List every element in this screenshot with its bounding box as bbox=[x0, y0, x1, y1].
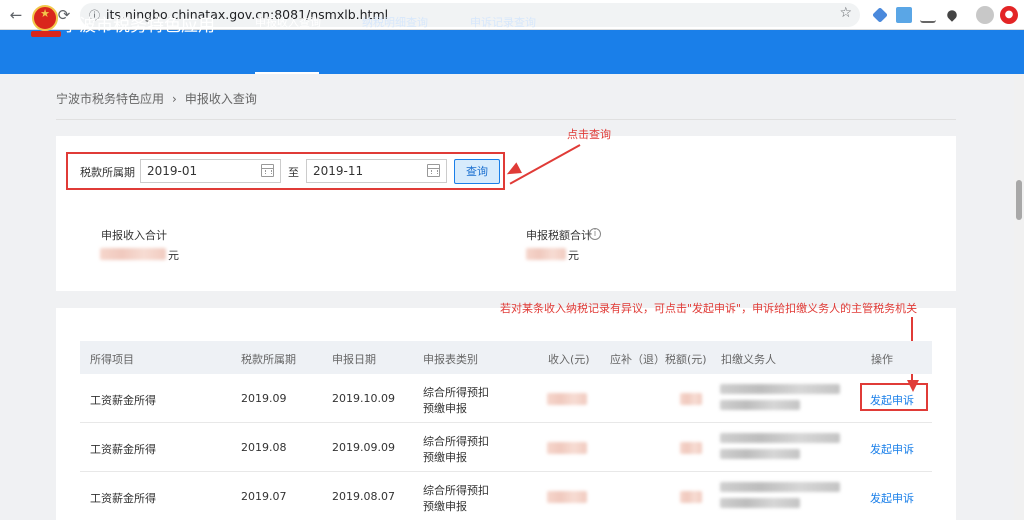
extension-drop-icon[interactable] bbox=[945, 8, 959, 22]
table-header bbox=[80, 341, 932, 374]
table-cell-period: 2019.07 bbox=[241, 490, 287, 503]
annotation-click-query: 点击查询 bbox=[567, 128, 611, 141]
income-total-label: 申报收入合计 bbox=[101, 229, 167, 242]
table-cell-form-line2: 预缴申报 bbox=[423, 500, 467, 513]
col-tax-period: 税款所属期 bbox=[241, 353, 296, 366]
divider bbox=[56, 119, 956, 120]
table-cell-withholder-redacted bbox=[720, 482, 840, 492]
appeal-link[interactable]: 发起申诉 bbox=[870, 392, 914, 408]
table-cell-period: 2019.09 bbox=[241, 392, 287, 405]
scrollbar-thumb[interactable] bbox=[1016, 180, 1022, 220]
table-cell-item: 工资薪金所得 bbox=[90, 394, 156, 407]
table-cell-withholder-redacted bbox=[720, 384, 840, 394]
end-date-input[interactable]: 2019-11 bbox=[306, 159, 447, 183]
table-cell-tax-redacted bbox=[680, 442, 702, 454]
table-cell-income-redacted bbox=[547, 442, 587, 454]
nav-income-query[interactable]: 申报收入查询 bbox=[255, 14, 321, 30]
to-label: 至 bbox=[288, 166, 299, 179]
start-date-input[interactable]: 2019-01 bbox=[140, 159, 281, 183]
appeal-link[interactable]: 发起申诉 bbox=[870, 490, 914, 506]
table-cell-income-redacted bbox=[547, 491, 587, 503]
col-tax-due: 应补（退）税额(元) bbox=[610, 353, 707, 366]
back-arrow-icon[interactable]: ← bbox=[6, 5, 26, 25]
table-cell-item: 工资薪金所得 bbox=[90, 492, 156, 505]
income-unit: 元 bbox=[168, 249, 179, 262]
active-nav-indicator bbox=[255, 72, 319, 74]
tax-total-redacted bbox=[526, 248, 566, 260]
row-divider bbox=[80, 471, 932, 472]
table-cell-period: 2019.08 bbox=[241, 441, 287, 454]
app-title: 宁波市税务特色应用 bbox=[62, 16, 215, 36]
table-cell-withholder-redacted bbox=[720, 449, 800, 459]
bookmark-star-icon[interactable]: ☆ bbox=[839, 5, 852, 21]
income-total-redacted bbox=[100, 248, 166, 260]
col-declare-date: 申报日期 bbox=[332, 353, 376, 366]
tax-total-label: 申报税额合计 bbox=[526, 229, 592, 242]
col-action: 操作 bbox=[871, 353, 893, 366]
extension-translate-icon[interactable] bbox=[896, 7, 912, 23]
start-date-value: 2019-01 bbox=[147, 164, 198, 178]
table-cell-tax-redacted bbox=[680, 491, 702, 503]
page-scrollbar[interactable] bbox=[1014, 74, 1024, 520]
app-header bbox=[0, 30, 1024, 74]
query-button[interactable]: 查询 bbox=[454, 159, 500, 184]
end-date-value: 2019-11 bbox=[313, 164, 364, 178]
breadcrumb-current: 申报收入查询 bbox=[184, 92, 257, 106]
table-cell-form-line1: 综合所得预扣 bbox=[423, 484, 489, 497]
appeal-link[interactable]: 发起申诉 bbox=[870, 441, 914, 457]
table-cell-tax-redacted bbox=[680, 393, 702, 405]
table-cell-item: 工资薪金所得 bbox=[90, 443, 156, 456]
extension-pulse-icon[interactable] bbox=[920, 7, 936, 23]
table-cell-withholder-redacted bbox=[720, 400, 800, 410]
col-income: 收入(元) bbox=[548, 353, 590, 366]
annotation-appeal-hint: 若对某条收入纳税记录有异议，可点击"发起申诉"，申诉给扣缴义务人的主管税务机关 bbox=[500, 302, 918, 315]
nav-tax-detail[interactable]: 纳税明细查询 bbox=[362, 14, 428, 30]
col-income-item: 所得项目 bbox=[90, 353, 134, 366]
calendar-icon[interactable] bbox=[261, 164, 274, 177]
emblem-star-icon: ★ bbox=[40, 7, 50, 20]
table-cell-date: 2019.09.09 bbox=[332, 441, 395, 454]
emblem-ribbon bbox=[31, 31, 61, 37]
table-cell-date: 2019.10.09 bbox=[332, 392, 395, 405]
table-cell-date: 2019.08.07 bbox=[332, 490, 395, 503]
period-label: 税款所属期 bbox=[80, 166, 135, 179]
table-cell-withholder-redacted bbox=[720, 433, 840, 443]
info-icon[interactable]: i bbox=[589, 228, 601, 240]
extension-red-icon[interactable]: ● bbox=[1000, 6, 1018, 24]
tax-unit: 元 bbox=[568, 249, 579, 262]
extension-bird-icon[interactable] bbox=[872, 7, 888, 23]
col-withholder: 扣缴义务人 bbox=[721, 353, 776, 366]
table-cell-income-redacted bbox=[547, 393, 587, 405]
row-divider bbox=[80, 422, 932, 423]
breadcrumb-root[interactable]: 宁波市税务特色应用 bbox=[56, 92, 164, 106]
nav-appeal-records[interactable]: 申诉记录查询 bbox=[470, 14, 536, 30]
table-cell-form-line2: 预缴申报 bbox=[423, 451, 467, 464]
table-cell-form-line2: 预缴申报 bbox=[423, 402, 467, 415]
calendar-icon[interactable] bbox=[427, 164, 440, 177]
table-cell-form-line1: 综合所得预扣 bbox=[423, 435, 489, 448]
table-cell-withholder-redacted bbox=[720, 498, 800, 508]
table-cell-form-line1: 综合所得预扣 bbox=[423, 386, 489, 399]
profile-avatar[interactable] bbox=[976, 6, 994, 24]
breadcrumb-separator-icon: › bbox=[172, 92, 177, 106]
breadcrumb: 宁波市税务特色应用 › 申报收入查询 bbox=[56, 90, 257, 107]
col-form-type: 申报表类别 bbox=[423, 353, 478, 366]
